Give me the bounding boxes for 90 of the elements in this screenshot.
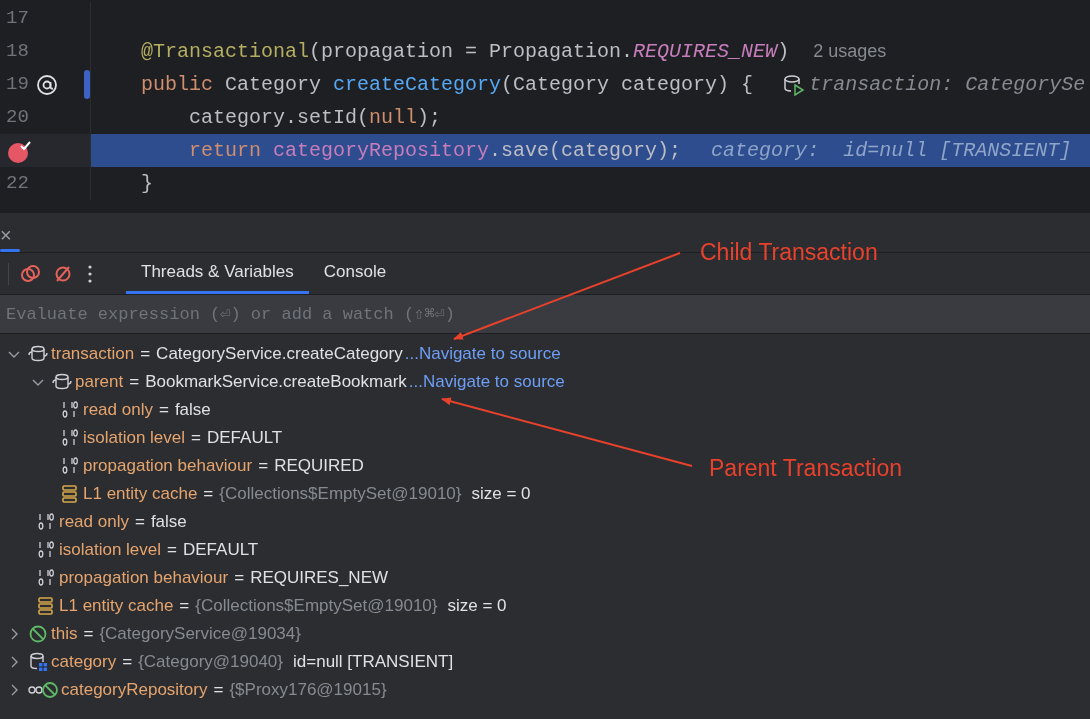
stack-icon xyxy=(36,596,56,616)
database-sync-icon xyxy=(52,372,72,392)
variable-name: categoryRepository xyxy=(61,679,208,702)
equals-sign: = xyxy=(191,427,201,450)
variable-name: transaction xyxy=(51,343,135,366)
annotation-label: Child Transaction xyxy=(700,238,878,266)
variable-name: propagation behaviour xyxy=(83,455,253,478)
code-text: ); xyxy=(417,104,442,131)
variable-name: this xyxy=(51,623,78,646)
variable-name: read only xyxy=(59,511,129,534)
value-detail: size = 0 xyxy=(471,483,531,506)
binary-icon xyxy=(60,400,80,420)
annotation-label: Parent Transaction xyxy=(709,454,903,482)
value-detail: id=null [TRANSIENT] xyxy=(293,651,454,674)
equals-sign: = xyxy=(203,483,214,506)
code-text: .save(category); xyxy=(489,137,682,164)
tab[interactable]: Console xyxy=(308,253,402,294)
object-reference: {$Proxy176@19015} xyxy=(229,679,387,702)
code-text: Category xyxy=(224,71,323,98)
equals-sign: = xyxy=(140,343,151,366)
equals-sign: = xyxy=(179,595,190,618)
at-sign-icon[interactable] xyxy=(36,73,58,96)
variable-name: L1 entity cache xyxy=(59,595,174,618)
inline-value: category: id=null [TRANSIENT] xyxy=(711,137,1072,164)
navigate-link[interactable]: ...Navigate to source xyxy=(404,341,561,367)
variable-value: REQUIRES_NEW xyxy=(250,567,389,590)
equals-sign: = xyxy=(134,511,145,534)
keyword-token: return xyxy=(188,137,263,164)
equals-sign: = xyxy=(158,399,169,422)
variable-value: DEFAULT xyxy=(207,427,283,450)
equals-sign: = xyxy=(213,679,224,702)
equals-sign: = xyxy=(167,539,177,562)
evaluate-field[interactable]: Evaluate expression (⏎) or add a watch (⇧⌘⏎) xyxy=(0,295,1090,333)
line-number: 20 xyxy=(6,105,29,131)
keyword-token: public xyxy=(141,71,213,98)
binary-icon xyxy=(36,540,56,560)
field-name: categoryRepository xyxy=(273,137,490,164)
tab-underline xyxy=(0,249,20,252)
variable-value: BookmarkService.createBookmark xyxy=(145,371,407,394)
navigate-link[interactable]: ...Navigate to source xyxy=(408,369,565,395)
variable-name: isolation level xyxy=(83,427,186,450)
code-text: (Category category) { xyxy=(501,71,754,98)
binary-icon xyxy=(60,428,80,448)
variable-name: L1 entity cache xyxy=(83,483,198,506)
binary-icon xyxy=(36,512,56,532)
variable-name: read only xyxy=(83,399,153,422)
line-number: 18 xyxy=(6,39,29,65)
equals-sign: = xyxy=(83,623,94,646)
code-text: } xyxy=(141,170,153,197)
stack-icon xyxy=(60,484,80,504)
binary-icon xyxy=(36,568,56,588)
usages-hint[interactable]: 2 usages xyxy=(813,38,887,65)
object-reference: {CategoryService@19034} xyxy=(99,623,301,646)
glasses-blocked-icon xyxy=(28,680,58,700)
equals-sign: = xyxy=(129,371,140,394)
equals-sign: = xyxy=(234,567,245,590)
blocked-icon xyxy=(28,624,48,644)
object-reference: {Collections$EmptySet@19010} xyxy=(195,595,438,618)
equals-sign: = xyxy=(122,651,133,674)
object-reference: {Collections$EmptySet@19010} xyxy=(219,483,462,506)
value-detail: size = 0 xyxy=(447,595,507,618)
line-number: 22 xyxy=(6,171,29,197)
variable-value: DEFAULT xyxy=(183,539,259,562)
more-icon[interactable] xyxy=(88,264,92,283)
code-text: (propagation = Propagation. xyxy=(309,38,634,65)
close-button[interactable]: × xyxy=(0,225,12,245)
breakpoints-icon[interactable] xyxy=(21,264,41,283)
object-reference: {Category@19040} xyxy=(138,651,283,674)
database-run-icon[interactable] xyxy=(783,73,806,96)
constant-name: REQUIRES_NEW xyxy=(633,38,778,65)
variable-name: parent xyxy=(75,371,124,394)
variable-value: false xyxy=(150,511,187,534)
line-number: 17 xyxy=(6,6,29,32)
database-table-icon xyxy=(28,652,48,672)
method-name: createCategory xyxy=(333,71,502,98)
keyword-token: null xyxy=(369,104,418,131)
variable-name: category xyxy=(51,651,117,674)
equals-sign: = xyxy=(258,455,269,478)
binary-icon xyxy=(60,456,80,476)
code-text: category.setId( xyxy=(188,104,370,131)
variable-value: CategoryService.createCategory xyxy=(156,343,403,366)
annotation-token: @Transactional xyxy=(141,38,310,65)
inlay-hint: transaction: CategorySe xyxy=(809,71,1086,98)
line-number: 19 xyxy=(6,72,29,98)
variable-name: isolation level xyxy=(59,539,162,562)
variable-value: REQUIRED xyxy=(274,455,364,478)
database-sync-icon xyxy=(28,344,48,364)
variable-value: false xyxy=(174,399,211,422)
variable-name: propagation behaviour xyxy=(59,567,229,590)
mute-breakpoints-icon[interactable] xyxy=(54,264,72,283)
